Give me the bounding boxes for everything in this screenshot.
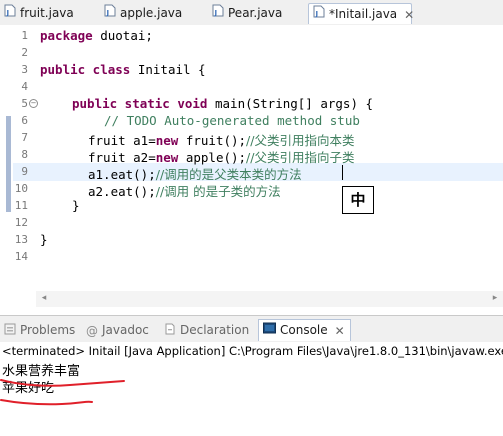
tab-pear-java[interactable]: J Pear.java [212,3,282,24]
close-tab-icon[interactable]: ✕ [334,325,346,337]
comment: //父类引用指向子类 [246,150,355,165]
keyword: new [155,150,179,165]
code-text: a2.eat(); [88,184,156,199]
scroll-left-icon[interactable]: ◂ [40,294,48,303]
java-file-icon: J [313,4,325,25]
red-underline-annotation [0,379,125,406]
text-caret [342,165,343,180]
fold-collapse-icon[interactable]: − [29,99,38,108]
tab-label: fruit.java [20,6,74,20]
keyword: new [155,133,179,148]
code-text: fruit a2= [88,150,156,165]
view-tab-bar: Problems @ Javadoc Declaration Console ✕ [0,315,503,343]
tab-label: Problems [20,323,76,337]
tab-label: *Initail.java [329,7,398,21]
scroll-right-icon[interactable]: ▸ [491,294,499,303]
code-text: fruit(); [178,133,247,148]
ime-mode-indicator: 中 [342,186,374,214]
declaration-icon [164,322,176,340]
keyword: public class [40,62,131,77]
svg-text:J: J [106,9,110,17]
line-number: 5 [21,97,28,110]
todo-comment: // TODO Auto-generated method stub [104,113,360,128]
tab-label: Pear.java [228,6,283,20]
java-file-icon: J [4,3,16,24]
change-marker [6,116,11,212]
close-tab-icon[interactable]: ✕ [403,9,415,21]
tab-problems[interactable]: Problems [4,321,75,339]
tab-label: Console [280,323,328,337]
tab-console[interactable]: Console ✕ [258,319,351,341]
tab-declaration[interactable]: Declaration [164,321,249,339]
code-line-10: a2.eat();//调用 的是子类的方法 [88,181,281,200]
line-number: 11 [14,199,28,212]
line-number: 13 [14,233,28,246]
problems-icon [4,322,16,340]
code-text: fruit a1= [88,133,156,148]
line-number: 1 [21,29,28,42]
java-file-icon: J [104,3,116,24]
code-text: apple(); [178,150,247,165]
code-text: main(String[] args) { [207,96,374,111]
tab-fruit-java[interactable]: J fruit.java [4,3,74,24]
line-number: 10 [14,182,28,195]
comment: //调用 的是子类的方法 [155,184,281,199]
editor-tab-bar: J fruit.java J apple.java J Pear.java J … [0,0,503,26]
svg-text:J: J [6,9,10,17]
tab-label: Javadoc [102,323,149,337]
tab-apple-java[interactable]: J apple.java [104,3,182,24]
tab-label: Declaration [180,323,250,337]
console-icon [263,320,276,341]
comment: //父类引用指向本类 [246,133,355,148]
line-number: 6 [21,114,28,127]
keyword: package [40,28,93,43]
java-file-icon: J [212,3,224,24]
code-text: a1.eat(); [88,167,156,182]
code-text: duotai; [92,28,153,43]
code-line-13: } [40,232,48,247]
tab-javadoc[interactable]: @ Javadoc [86,321,149,339]
horizontal-scrollbar[interactable]: ◂ ▸ [36,291,503,307]
keyword: public static void [72,96,208,111]
code-line-1: package duotai; [40,28,153,43]
comment: //调用的是父类本类的方法 [155,167,302,182]
code-line-3: public class Initail { [40,62,206,77]
line-number: 7 [21,131,28,144]
line-number: 14 [14,250,28,263]
line-number: 12 [14,216,28,229]
line-number: 3 [21,63,28,76]
svg-text:J: J [315,10,319,18]
line-number: 9 [21,165,28,178]
line-number: 8 [21,148,28,161]
tab-initail-java[interactable]: J *Initail.java ✕ [308,3,415,25]
line-number: 4 [21,80,28,93]
svg-text:J: J [214,9,218,17]
at-icon: @ [86,323,98,338]
code-text: Initail { [130,62,206,77]
line-number: 2 [21,46,28,59]
code-line-11: } [72,198,80,213]
console-header: <terminated> Initail [Java Application] … [2,344,503,358]
code-line-5: public static void main(String[] args) { [72,96,373,111]
tab-label: apple.java [120,6,183,20]
